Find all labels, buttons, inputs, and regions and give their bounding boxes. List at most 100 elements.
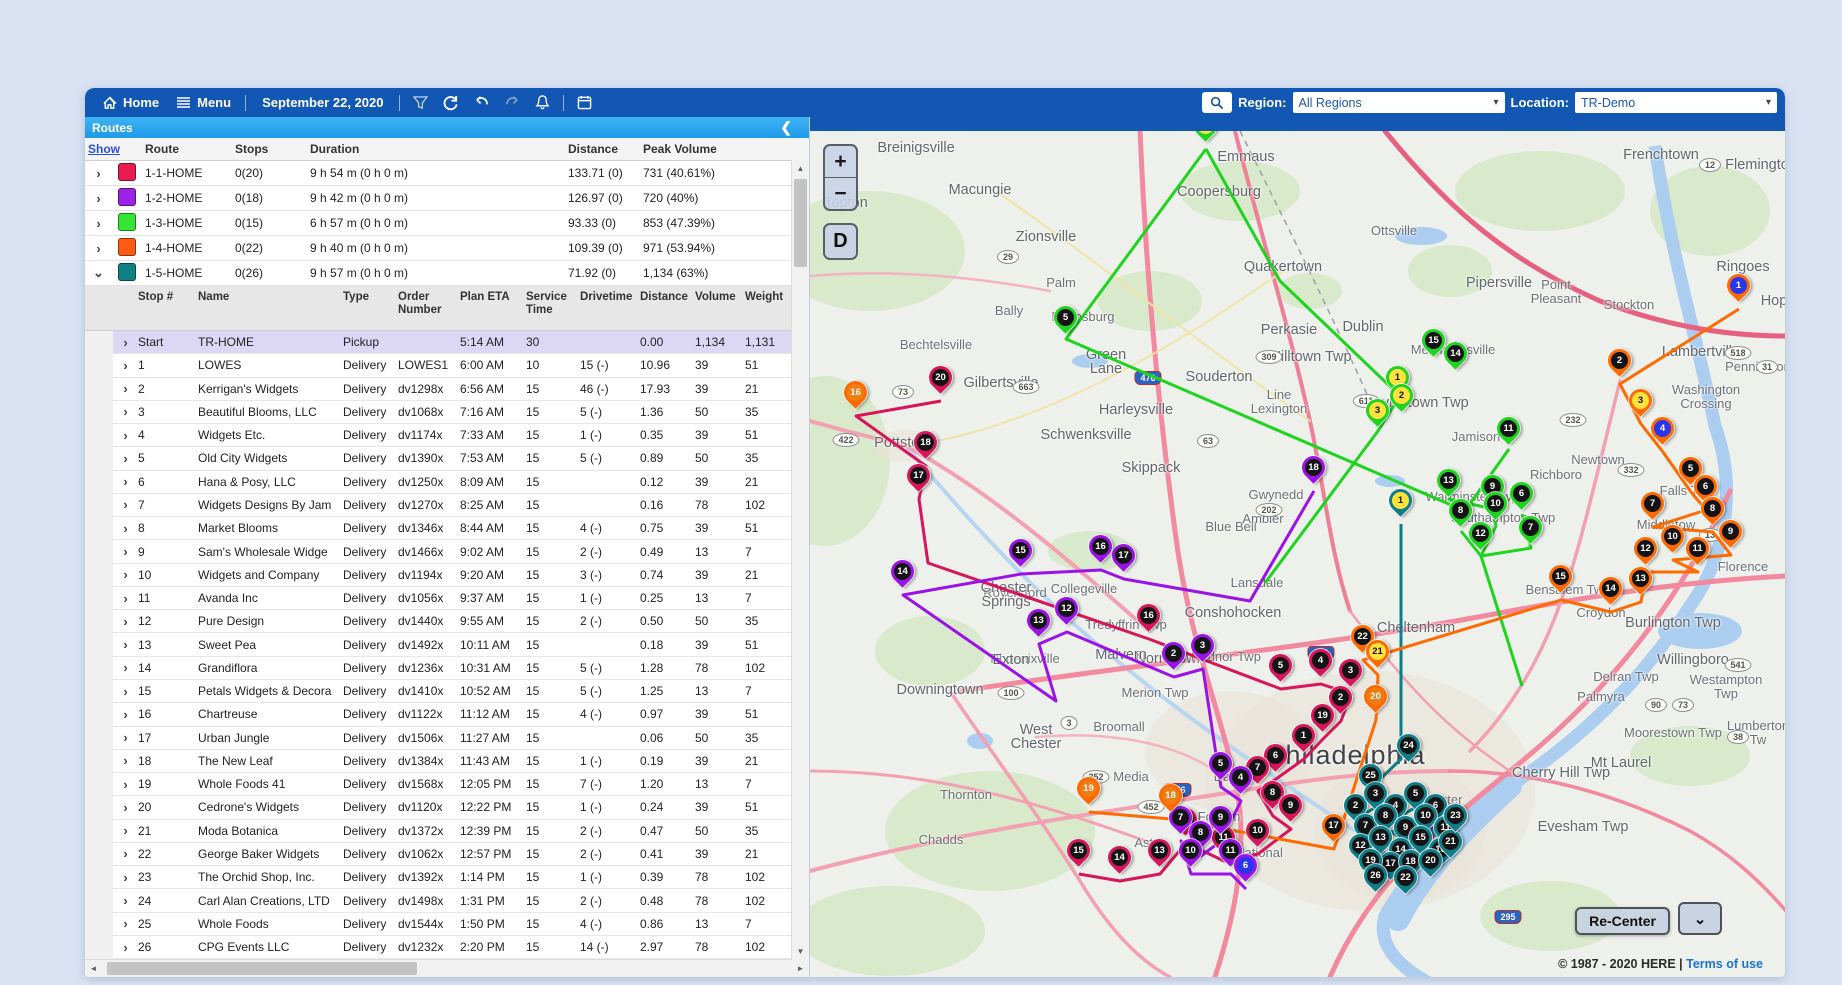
stop-row[interactable]: ›22George Baker WidgetsDeliverydv1062x12… [85, 843, 792, 866]
scroll-down-arrow[interactable]: ▼ [792, 943, 809, 960]
route-row[interactable]: ›1-1-HOME0(20)9 h 54 m (0 h 0 m)133.71 (… [85, 161, 809, 186]
stop-row[interactable]: ›6Hana & Posy, LLCDeliverydv1250x8:09 AM… [85, 471, 792, 494]
expand-chevron-icon[interactable]: › [113, 846, 135, 861]
stop-row[interactable]: ›StartTR-HOMEPickup5:14 AM300.001,1341,1… [85, 331, 792, 354]
stop-row[interactable]: ›13Sweet PeaDeliverydv1492x10:11 AM150.1… [85, 633, 792, 656]
expand-chevron-icon[interactable]: › [113, 381, 135, 396]
stop-cell: dv1410x [395, 684, 457, 698]
expand-chevron-icon[interactable]: › [113, 637, 135, 652]
horizontal-scrollbar[interactable]: ◄ ► [85, 959, 809, 977]
map-d-button[interactable]: D [823, 223, 858, 260]
route-row[interactable]: ›1-4-HOME0(22)9 h 40 m (0 h 0 m)109.39 (… [85, 236, 809, 261]
stop-row[interactable]: ›25Whole FoodsDeliverydv1544x1:50 PM154 … [85, 913, 792, 936]
stop-row[interactable]: ›12Pure DesignDeliverydv1440x9:55 AM152 … [85, 610, 792, 633]
pin-stop-number: 13 [1440, 472, 1457, 489]
expand-chevron-icon[interactable]: › [113, 428, 135, 443]
stop-row[interactable]: ›17Urban JungleDeliverydv1506x11:27 AM15… [85, 727, 792, 750]
expand-chevron-icon[interactable]: › [113, 591, 135, 606]
home-button[interactable]: Home [93, 88, 167, 117]
region-select[interactable]: All Regions ▾ [1293, 92, 1505, 113]
expand-chevron-icon[interactable]: › [113, 730, 135, 745]
stop-row[interactable]: ›19Whole Foods 41Deliverydv1568x12:05 PM… [85, 773, 792, 796]
expand-chevron-icon[interactable]: › [113, 684, 135, 699]
stop-row[interactable]: ›15Petals Widgets & DecoraDeliverydv1410… [85, 680, 792, 703]
route-distance: 71.92 (0) [565, 266, 640, 280]
stop-row[interactable]: ›10Widgets and CompanyDeliverydv1194x9:2… [85, 564, 792, 587]
expand-chevron-icon[interactable]: › [113, 335, 135, 350]
stop-row[interactable]: ›16ChartreuseDeliverydv1122x11:12 AM154 … [85, 703, 792, 726]
expand-chevron-icon[interactable]: › [113, 940, 135, 955]
expand-chevron-icon[interactable]: › [113, 916, 135, 931]
notifications-bell-icon[interactable] [528, 88, 557, 117]
undo-icon[interactable] [466, 88, 497, 117]
stop-row[interactable]: ›14GrandifloraDeliverydv1236x10:31 AM155… [85, 657, 792, 680]
expand-chevron-icon[interactable]: › [113, 497, 135, 512]
expand-chevron-icon[interactable]: › [85, 216, 109, 231]
expand-chevron-icon[interactable]: › [85, 241, 109, 256]
stop-row[interactable]: ›24Carl Alan Creations, LTDDeliverydv149… [85, 889, 792, 912]
expand-chevron-icon[interactable]: › [113, 777, 135, 792]
expand-chevron-icon[interactable]: › [113, 404, 135, 419]
route-row[interactable]: ⌄1-5-HOME0(26)9 h 57 m (0 h 0 m)71.92 (0… [85, 261, 809, 286]
stop-row[interactable]: ›8Market BloomsDeliverydv1346x8:44 AM154… [85, 517, 792, 540]
row-gutter [85, 726, 113, 749]
expand-chevron-icon[interactable]: › [113, 614, 135, 629]
map-options-chevron-button[interactable]: ⌄ [1678, 902, 1722, 935]
stop-row[interactable]: ›4Widgets Etc.Deliverydv1174x7:33 AM151 … [85, 424, 792, 447]
stop-row[interactable]: ›20Cedrone's WidgetsDeliverydv1120x12:22… [85, 796, 792, 819]
stop-row[interactable]: ›3Beautiful Blooms, LLCDeliverydv1068x7:… [85, 401, 792, 424]
expand-chevron-icon[interactable]: › [113, 707, 135, 722]
expand-chevron-icon[interactable]: › [113, 474, 135, 489]
expand-chevron-icon[interactable]: › [113, 660, 135, 675]
hscroll-thumb[interactable] [107, 962, 417, 975]
expand-chevron-icon[interactable]: › [113, 544, 135, 559]
stop-row[interactable]: ›23The Orchid Shop, Inc.Deliverydv1392x1… [85, 866, 792, 889]
expand-chevron-icon[interactable]: › [113, 823, 135, 838]
route-row[interactable]: ›1-3-HOME0(15)6 h 57 m (0 h 0 m)93.33 (0… [85, 211, 809, 236]
zoom-out-button[interactable]: − [825, 177, 856, 209]
calendar-icon[interactable] [570, 88, 599, 117]
show-link[interactable]: Show [85, 142, 142, 156]
stop-row[interactable]: ›26CPG Events LLCDeliverydv1232x2:20 PM1… [85, 936, 792, 959]
stop-cell: 50 [692, 451, 742, 465]
recenter-button[interactable]: Re-Center [1575, 907, 1670, 935]
stop-row[interactable]: ›9Sam's Wholesale WidgeDeliverydv1466x9:… [85, 540, 792, 563]
zoom-in-button[interactable]: + [825, 146, 856, 177]
stop-row[interactable]: ›7Widgets Designs By JamDeliverydv1270x8… [85, 494, 792, 517]
location-select[interactable]: TR-Demo ▾ [1575, 92, 1777, 113]
stop-row[interactable]: ›21Moda BotanicaDeliverydv1372x12:39 PM1… [85, 820, 792, 843]
expand-chevron-icon[interactable]: › [85, 166, 109, 181]
route-row[interactable]: ›1-2-HOME0(18)9 h 42 m (0 h 0 m)126.97 (… [85, 186, 809, 211]
expand-chevron-icon[interactable]: › [85, 191, 109, 206]
menu-button[interactable]: Menu [167, 88, 239, 117]
vertical-scrollbar[interactable]: ▲ ▼ [791, 160, 809, 960]
stop-row[interactable]: ›5Old City WidgetsDeliverydv1390x7:53 AM… [85, 447, 792, 470]
redo-icon[interactable] [497, 88, 528, 117]
expand-chevron-icon[interactable]: › [113, 521, 135, 536]
stop-row[interactable]: ›18The New LeafDeliverydv1384x11:43 AM15… [85, 750, 792, 773]
map[interactable]: BreinigsvilleEmmausFrenchtownFlemingtonM… [810, 131, 1785, 977]
expand-chevron-icon[interactable]: ⌄ [85, 265, 109, 281]
date-selector[interactable]: September 22, 2020 [252, 95, 393, 110]
expand-chevron-icon[interactable]: › [113, 567, 135, 582]
pin-stop-number: 24 [1400, 737, 1417, 754]
stop-row[interactable]: ›1LOWESDeliveryLOWES16:00 AM1015 (-)10.9… [85, 354, 792, 377]
scroll-left-arrow[interactable]: ◄ [85, 964, 102, 973]
search-button[interactable] [1202, 92, 1232, 113]
stop-row[interactable]: ›11Avanda IncDeliverydv1056x9:37 AM151 (… [85, 587, 792, 610]
expand-chevron-icon[interactable]: › [113, 451, 135, 466]
scroll-right-arrow[interactable]: ► [792, 964, 809, 973]
vscroll-thumb[interactable] [794, 179, 807, 267]
expand-chevron-icon[interactable]: › [113, 800, 135, 815]
expand-chevron-icon[interactable]: › [113, 870, 135, 885]
expand-chevron-icon[interactable]: › [113, 753, 135, 768]
terms-of-use-link[interactable]: Terms of use [1686, 957, 1763, 971]
expand-chevron-icon[interactable]: › [113, 358, 135, 373]
stop-cell: 6:00 AM [457, 358, 523, 372]
filter-icon[interactable] [406, 88, 435, 117]
refresh-icon[interactable] [435, 88, 466, 117]
scroll-up-arrow[interactable]: ▲ [792, 160, 809, 177]
collapse-panel-icon[interactable]: ❮ [780, 119, 802, 136]
expand-chevron-icon[interactable]: › [113, 893, 135, 908]
stop-row[interactable]: ›2Kerrigan's WidgetsDeliverydv1298x6:56 … [85, 378, 792, 401]
